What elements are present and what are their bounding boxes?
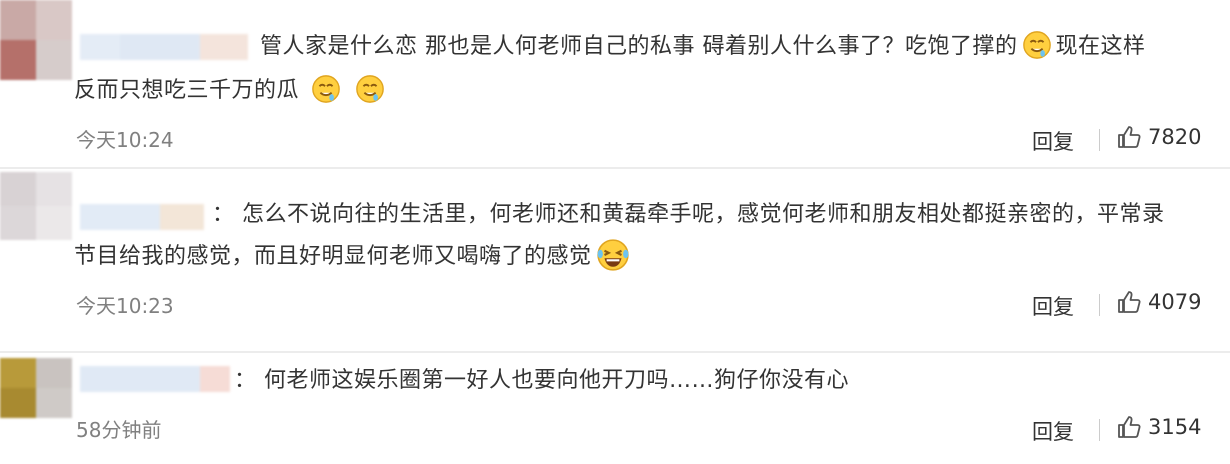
like-button[interactable]: 4079: [1116, 289, 1201, 315]
comment-text-line2: 反而只想吃三千万的瓜: [74, 75, 389, 106]
comment-list: 管人家是什么恋 那也是人何老师自己的私事 碍着别人什么事了？吃饱了撑的 现在这样 …: [0, 0, 1230, 464]
timestamp: 今天10:23: [76, 294, 174, 318]
comment-text: 管人家是什么恋 那也是人何老师自己的私事 碍着别人什么事了？吃饱了撑的 现在这样: [260, 31, 1146, 62]
reply-button[interactable]: 回复: [1032, 126, 1074, 156]
comment-text-line2: 节目给我的感觉，而且好明显何老师又喝嗨了的感觉: [74, 239, 634, 272]
username[interactable]: [80, 204, 204, 230]
divider: [1099, 129, 1100, 151]
drool-emoji-icon: [356, 75, 384, 103]
timestamp: 58分钟前: [76, 418, 162, 442]
reply-button[interactable]: 回复: [1032, 291, 1074, 321]
username[interactable]: [80, 366, 230, 392]
like-button[interactable]: 7820: [1116, 124, 1201, 150]
laugh-cry-emoji-icon: [596, 239, 629, 271]
username[interactable]: [80, 34, 248, 60]
timestamp: 今天10:24: [76, 128, 174, 152]
reply-button[interactable]: 回复: [1032, 416, 1074, 446]
like-count: 4079: [1148, 290, 1202, 314]
avatar[interactable]: [0, 172, 72, 240]
comment-item: ： 何老师这娱乐圈第一好人也要向他开刀吗……狗仔你没有心 58分钟前 回复 31…: [0, 352, 1230, 464]
like-button[interactable]: 3154: [1116, 414, 1201, 440]
like-count: 7820: [1148, 125, 1202, 149]
drool-emoji-icon: [1022, 31, 1051, 59]
thumbs-up-icon: [1118, 416, 1141, 438]
drool-emoji-icon: [312, 75, 340, 103]
avatar[interactable]: [0, 358, 72, 418]
avatar[interactable]: [0, 0, 72, 80]
comment-item: 管人家是什么恋 那也是人何老师自己的私事 碍着别人什么事了？吃饱了撑的 现在这样 …: [0, 0, 1230, 168]
thumbs-up-icon: [1118, 291, 1141, 313]
thumbs-up-icon: [1118, 126, 1141, 148]
comment-text: ： 何老师这娱乐圈第一好人也要向他开刀吗……狗仔你没有心: [234, 368, 849, 393]
divider: [1099, 294, 1100, 316]
comment-text: ： 怎么不说向往的生活里，何老师还和黄磊牵手呢，感觉何老师和朋友相处都挺亲密的，…: [212, 202, 1165, 227]
divider: [1099, 419, 1100, 441]
like-count: 3154: [1148, 415, 1202, 439]
comment-item: ： 怎么不说向往的生活里，何老师还和黄磊牵手呢，感觉何老师和朋友相处都挺亲密的，…: [0, 168, 1230, 352]
